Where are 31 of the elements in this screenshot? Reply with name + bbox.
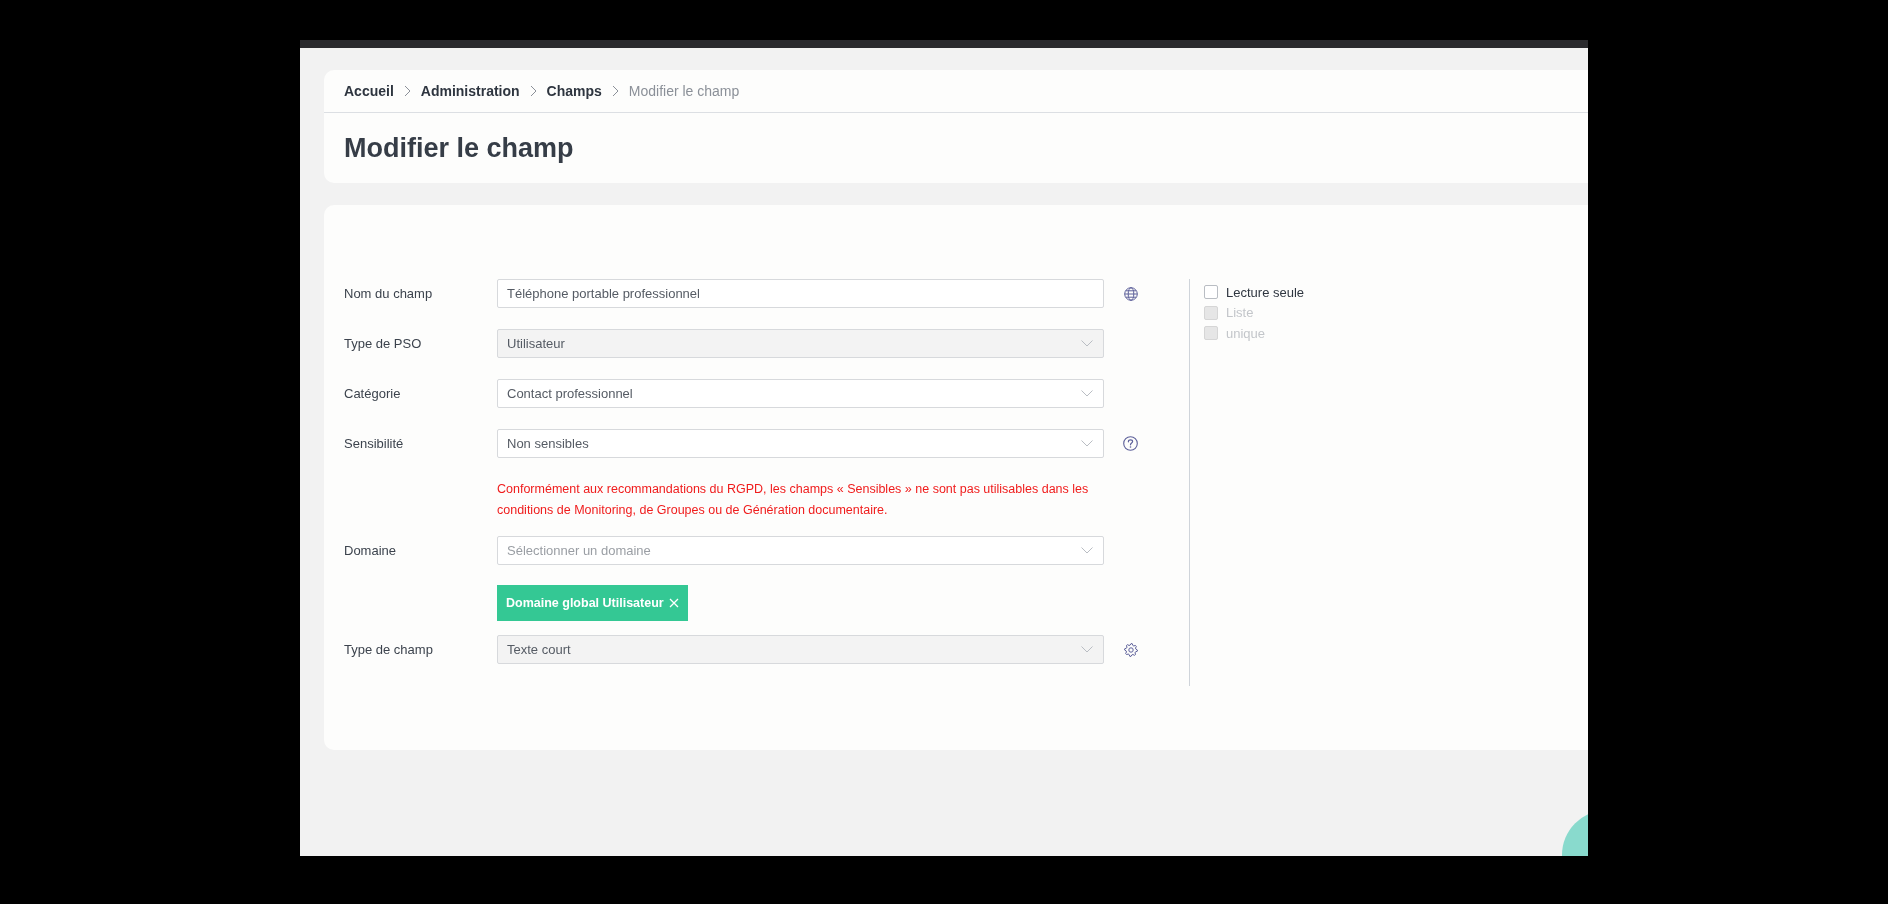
- text-field[interactable]: Téléphone portable professionnel: [497, 279, 1104, 308]
- field-label: Domaine: [344, 543, 397, 558]
- chevron-icon: [529, 85, 537, 97]
- field-label: Nom du champ: [344, 286, 433, 301]
- field-label: Catégorie: [344, 386, 401, 401]
- dropdown[interactable]: Contact professionnel: [497, 379, 1104, 408]
- field-label: Type de champ: [344, 642, 433, 657]
- help-icon[interactable]: [1123, 436, 1138, 451]
- caret-icon: [1081, 440, 1093, 447]
- globe-icon[interactable]: [1124, 286, 1138, 301]
- checkbox[interactable]: [1204, 285, 1218, 300]
- chevron-icon: [611, 85, 619, 97]
- caret-icon: [1081, 547, 1093, 554]
- warning-message: Conformément aux recommandations du RGPD, les champs « Sensibles » ne sont pas utilisables dans les conditions de Monitoring, de Groupes ou de Génération documentaire.: [497, 481, 1090, 519]
- chevron-icon: [403, 85, 411, 97]
- checkbox-label: Liste: [1226, 305, 1254, 321]
- page-title: Modifier le champ: [344, 132, 574, 164]
- breadcrumb-link[interactable]: Administration: [420, 83, 520, 99]
- tag-label: Domaine global Utilisateur: [506, 596, 664, 610]
- field-label: Type de PSO: [344, 336, 422, 351]
- breadcrumb-link[interactable]: Champs: [546, 83, 602, 99]
- caret-icon: [1081, 390, 1093, 397]
- caret-icon: [1081, 646, 1093, 653]
- settings-icon[interactable]: [1124, 642, 1138, 657]
- breadcrumb-current: Modifier le champ: [628, 83, 740, 99]
- checkbox-label: unique: [1226, 325, 1266, 341]
- dropdown[interactable]: Non sensibles: [497, 429, 1104, 458]
- breadcrumb-link[interactable]: Accueil: [344, 83, 394, 99]
- field-label: Sensibilité: [344, 436, 404, 451]
- checkbox-label: Lecture seule: [1226, 284, 1305, 300]
- caret-icon: [1081, 340, 1093, 347]
